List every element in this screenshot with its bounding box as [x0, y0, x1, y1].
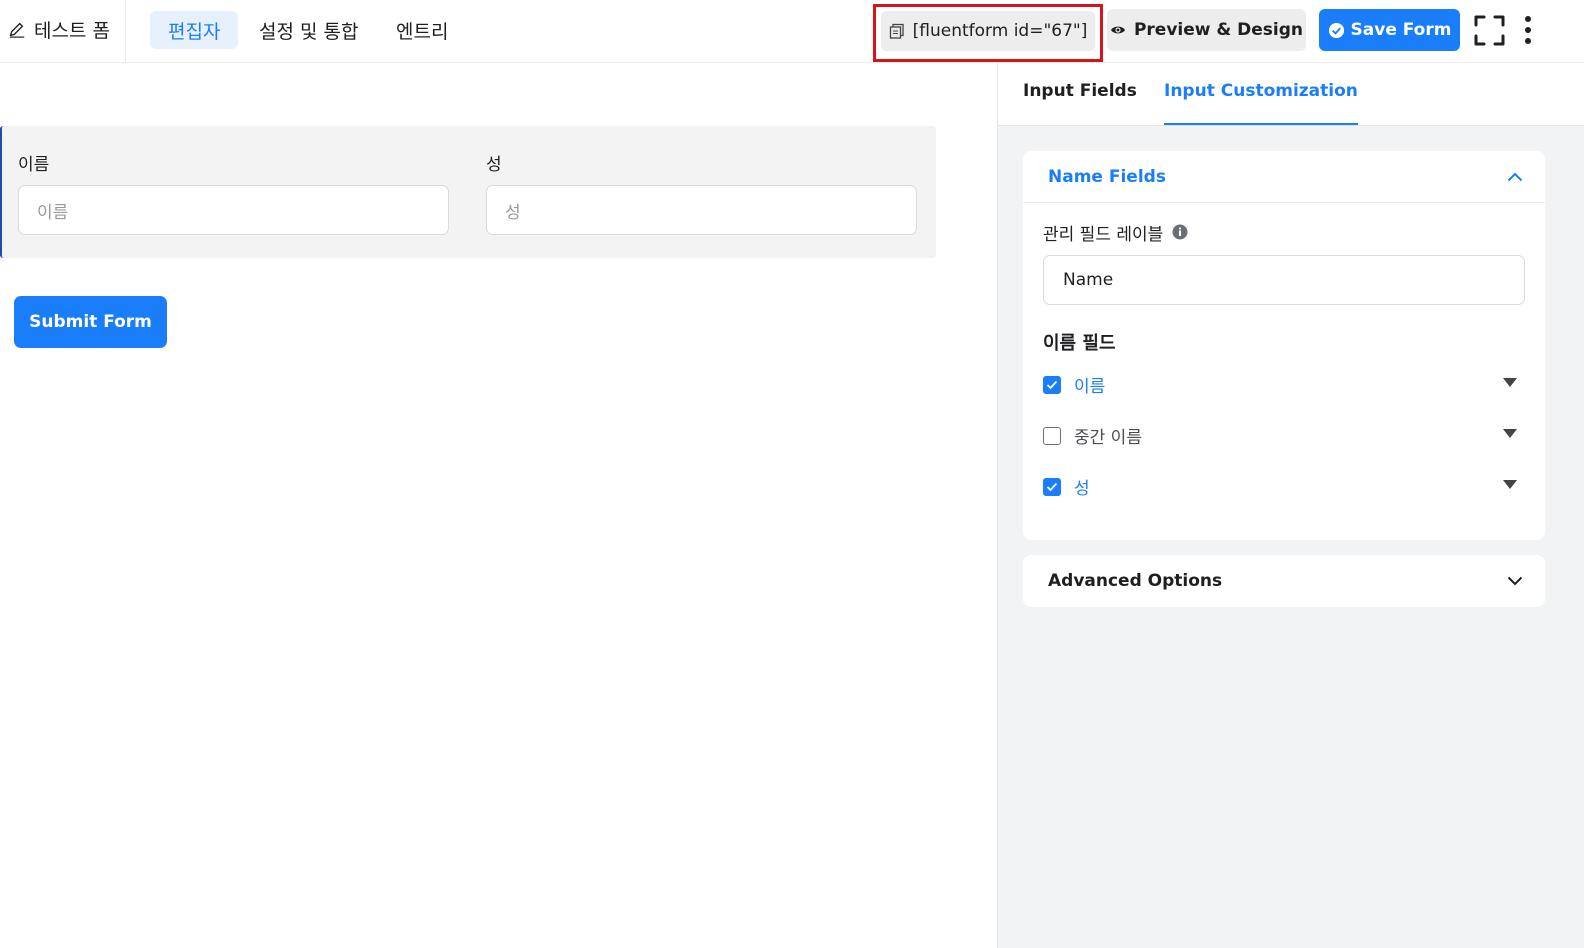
checkmark-icon [1046, 380, 1058, 389]
form-title-text: 테스트 폼 [34, 19, 110, 42]
submit-form-button[interactable]: Submit Form [14, 296, 167, 348]
shortcode-text: [fluentform id="67"] [912, 21, 1088, 41]
panel-tabs: Input Fields Input Customization [998, 63, 1584, 126]
last-name-input[interactable]: 성 [486, 185, 917, 235]
info-icon[interactable] [1172, 224, 1188, 240]
middle-name-option-label: 중간 이름 [1074, 428, 1142, 448]
save-label: Save Form [1350, 20, 1452, 40]
last-name-field: 성 성 [486, 150, 917, 235]
check-circle-icon [1328, 22, 1344, 38]
caret-down-icon[interactable] [1503, 378, 1517, 388]
name-fields-header[interactable]: Name Fields [1023, 151, 1545, 203]
first-name-field: 이름 이름 [18, 150, 449, 235]
last-name-option-label: 성 [1074, 479, 1090, 499]
name-field-item-last[interactable]: 성 [1043, 461, 1525, 512]
checkbox-first-name[interactable] [1043, 375, 1061, 394]
first-name-option-label: 이름 [1074, 377, 1106, 397]
fullscreen-icon[interactable] [1474, 15, 1505, 46]
checkbox-middle-name[interactable] [1043, 426, 1061, 445]
name-fields-section-title: 이름 필드 [1043, 333, 1116, 354]
checkmark-icon [1046, 482, 1058, 491]
divider [125, 0, 126, 62]
advanced-options-header[interactable]: Advanced Options [1023, 555, 1545, 607]
first-name-label: 이름 [18, 155, 50, 175]
first-name-input[interactable]: 이름 [18, 185, 449, 235]
preview-design-button[interactable]: Preview & Design [1107, 9, 1306, 51]
preview-label: Preview & Design [1133, 20, 1304, 40]
name-fields-title: Name Fields [1048, 166, 1166, 187]
name-field-item-first[interactable]: 이름 [1043, 359, 1525, 410]
checkbox-last-name[interactable] [1043, 477, 1061, 496]
top-bar: 테스트 폼 편집자 설정 및 통합 엔트리 [fluentform id="67… [0, 0, 1584, 63]
edit-icon [9, 22, 25, 38]
tab-editor[interactable]: 편집자 [150, 11, 239, 49]
more-options-icon[interactable] [1518, 15, 1538, 45]
admin-label-title: 관리 필드 레이블 [1043, 218, 1525, 246]
chevron-down-icon [1507, 576, 1523, 586]
caret-down-icon[interactable] [1503, 429, 1517, 439]
last-name-label: 성 [486, 155, 502, 175]
tab-input-customization[interactable]: Input Customization [1164, 81, 1358, 125]
shortcode-copy-button[interactable]: [fluentform id="67"] [881, 11, 1095, 51]
form-title[interactable]: 테스트 폼 [8, 14, 110, 44]
tab-input-fields[interactable]: Input Fields [1023, 81, 1137, 125]
name-field-row[interactable]: 이름 이름 성 성 [0, 126, 936, 258]
copy-icon [889, 23, 904, 39]
eye-icon [1110, 26, 1125, 34]
caret-down-icon[interactable] [1503, 480, 1517, 490]
chevron-up-icon [1507, 172, 1523, 181]
advanced-options-title: Advanced Options [1048, 571, 1223, 591]
advanced-options-card[interactable]: Advanced Options [1023, 555, 1545, 607]
settings-panel: Input Fields Input Customization Name Fi… [997, 63, 1584, 948]
admin-label-input[interactable]: Name [1043, 255, 1525, 305]
name-field-item-middle[interactable]: 중간 이름 [1043, 410, 1525, 461]
save-form-button[interactable]: Save Form [1319, 9, 1460, 51]
name-fields-card: Name Fields 관리 필드 레이블 Name 이름 필드 이름 중간 이… [1023, 151, 1545, 540]
tab-settings-integrations[interactable]: 설정 및 통합 [241, 11, 376, 49]
admin-label-text: 관리 필드 레이블 [1043, 224, 1164, 245]
tab-entries[interactable]: 엔트리 [378, 11, 466, 49]
